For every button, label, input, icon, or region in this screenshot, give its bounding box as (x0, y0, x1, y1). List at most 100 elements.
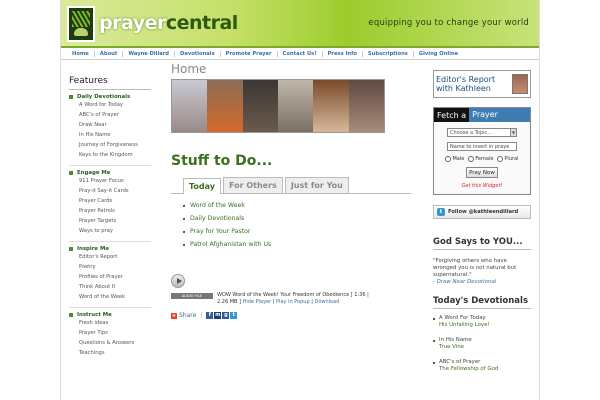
sidebar-divider (69, 165, 151, 166)
download-link[interactable]: Download (315, 299, 340, 305)
devotional-title[interactable]: ABC's of Prayer (433, 359, 531, 366)
sidebar-section-inspire-me: Inspire Me Editor's Report Poetry Profil… (69, 246, 151, 301)
share-link[interactable]: Share (179, 312, 196, 319)
hide-player-link[interactable]: Hide Player (243, 299, 272, 305)
banner-photo (172, 80, 208, 132)
devotional-title[interactable]: A Word For Today (433, 315, 531, 322)
sidebar-item[interactable]: Prayer Cards (69, 198, 151, 205)
twitter-icon[interactable]: t (230, 312, 238, 319)
devotional-sub-link[interactable]: His Unfailing Love! (433, 322, 531, 329)
devotional-sub-link[interactable]: True Vine (433, 344, 531, 351)
nav-subscriptions[interactable]: Subscriptions (363, 50, 414, 57)
sidebar-item[interactable]: In His Name (69, 132, 151, 139)
praying-hands-icon (74, 28, 88, 36)
nav-about[interactable]: About (95, 50, 124, 57)
list-item: A Word For Today His Unfailing Love! (433, 315, 531, 329)
play-in-popup-link[interactable]: Play in Popup (276, 299, 310, 305)
sidebar-item[interactable]: Ways to pray (69, 228, 151, 235)
tab-today[interactable]: Today (183, 178, 221, 194)
nav-contact[interactable]: Contact Us! (278, 50, 323, 57)
nav-home[interactable]: Home (67, 50, 95, 57)
list-item: ABC's of Prayer The Fellowship of God (433, 359, 531, 373)
myspace-icon[interactable]: m (214, 312, 222, 319)
sidebar-section-heading[interactable]: Daily Devotionals (69, 94, 151, 100)
sidebar-item[interactable]: Draw Near (69, 122, 151, 129)
sidebar-divider (69, 241, 151, 242)
sidebar-item[interactable]: ABC's of Prayer (69, 112, 151, 119)
main-content: Home Stuff to Do... Today For Others Jus… (171, 62, 411, 319)
logo-icon[interactable] (67, 6, 95, 42)
sidebar-divider (69, 307, 151, 308)
twitter-follow-button[interactable]: t Follow @kathleendillard (433, 205, 531, 219)
name-input[interactable]: Name to insert in praye (447, 142, 517, 151)
sidebar-heading-label: Instruct Me (77, 312, 112, 318)
sidebar-section-daily-devotionals: Daily Devotionals A Word for Today ABC's… (69, 94, 151, 159)
nav-press-info[interactable]: Press Info (323, 50, 363, 57)
sidebar-item[interactable]: Word of the Week (69, 294, 151, 301)
pray-now-button[interactable]: Pray Now (466, 167, 498, 178)
sidebar-item[interactable]: Prayer Tips (69, 330, 151, 337)
bullet-icon (69, 171, 73, 175)
tab-for-others[interactable]: For Others (222, 177, 283, 193)
nav-devotionals[interactable]: Devotionals (175, 50, 221, 57)
sidebar-section-heading[interactable]: Engage Me (69, 170, 151, 176)
sidebar-section-engage-me: Engage Me 911 Prayer Focus Pray-it Say-i… (69, 170, 151, 235)
sidebar-item[interactable]: Editor's Report (69, 254, 151, 261)
fetch-title-a: Fetch a (437, 110, 467, 120)
radio-female[interactable]: Female (468, 156, 493, 162)
sidebar-item[interactable]: Poetry (69, 264, 151, 271)
banner-photo (348, 80, 384, 132)
fetch-body: Choose a Topic... ▼ Name to insert in pr… (434, 122, 530, 194)
god-says-quote: "Forgiving others who have wronged you i… (433, 258, 531, 286)
sidebar-item[interactable]: Fresh ideas (69, 320, 151, 327)
sidebar-item[interactable]: Keys to the Kingdom (69, 152, 151, 159)
google-icon[interactable]: g (222, 312, 230, 319)
sidebar-section-heading[interactable]: Inspire Me (69, 246, 151, 252)
topic-select[interactable]: Choose a Topic... ▼ (447, 128, 517, 137)
page: prayercentral equipping you to change yo… (60, 0, 540, 400)
main-nav: Home About Wayne Dillard Devotionals Pro… (61, 48, 539, 60)
sidebar-item[interactable]: Prayer Targets (69, 218, 151, 225)
share-plus-icon[interactable]: + (171, 312, 177, 319)
play-icon[interactable] (171, 274, 185, 288)
sidebar-item[interactable]: Pray-it Say-it Cards (69, 188, 151, 195)
right-sidebar: Editor's Report with Kathleen Fetch a Pr… (433, 70, 531, 381)
list-item-link[interactable]: Patrol Afghanistan with Us (183, 241, 411, 248)
sidebar-heading-label: Daily Devotionals (77, 94, 131, 100)
get-widget-link[interactable]: Get this Widget! (439, 183, 525, 189)
site-logo[interactable]: prayercentral (99, 12, 238, 34)
tab-just-for-you[interactable]: Just for You (284, 177, 349, 193)
sidebar-item[interactable]: 911 Prayer Focus (69, 178, 151, 185)
chevron-down-icon[interactable]: ▼ (510, 129, 516, 136)
quote-ref-link[interactable]: - Draw Near Devotional (433, 279, 496, 285)
devotional-sub-link[interactable]: The Fellowship of God (433, 366, 531, 373)
nav-wayne-dillard[interactable]: Wayne Dillard (123, 50, 176, 57)
sidebar-item[interactable]: Teachings (69, 350, 151, 357)
header-banner-photos (171, 79, 385, 133)
sidebar-heading-label: Engage Me (77, 170, 111, 176)
sidebar-item[interactable]: A Word for Today (69, 102, 151, 109)
audio-details: WOW Word of the Week! Your Freedom of Ob… (217, 292, 369, 305)
nav-promote-prayer[interactable]: Promote Prayer (221, 50, 278, 57)
devotional-title[interactable]: In His Name (433, 337, 531, 344)
share-bar: + Share | f m g t (171, 312, 411, 319)
nav-giving-online[interactable]: Giving Online (414, 51, 463, 57)
sidebar-item[interactable]: Journey of Forgiveness (69, 142, 151, 149)
list-item-link[interactable]: Pray for Your Pastor (183, 228, 411, 235)
today-links: Word of the Week Daily Devotionals Pray … (171, 202, 411, 248)
sidebar-item[interactable]: Questions & Answers (69, 340, 151, 347)
radio-plural[interactable]: Plural (497, 156, 518, 162)
editors-report-banner[interactable]: Editor's Report with Kathleen (433, 70, 531, 98)
list-item-link[interactable]: Word of the Week (183, 202, 411, 209)
list-item-link[interactable]: Daily Devotionals (183, 215, 411, 222)
sidebar-section-heading[interactable]: Instruct Me (69, 312, 151, 318)
facebook-icon[interactable]: f (206, 312, 214, 319)
sidebar-item[interactable]: Prayer Patrols (69, 208, 151, 215)
site-tagline: equipping you to change your world (368, 18, 529, 28)
sidebar-item[interactable]: Think About It (69, 284, 151, 291)
bullet-icon (69, 95, 73, 99)
audio-file-badge: AUDIO FILE (171, 293, 213, 299)
gender-radios: Male Female Plural (439, 156, 525, 162)
sidebar-item[interactable]: Profiles of Prayer (69, 274, 151, 281)
radio-male[interactable]: Male (445, 156, 464, 162)
